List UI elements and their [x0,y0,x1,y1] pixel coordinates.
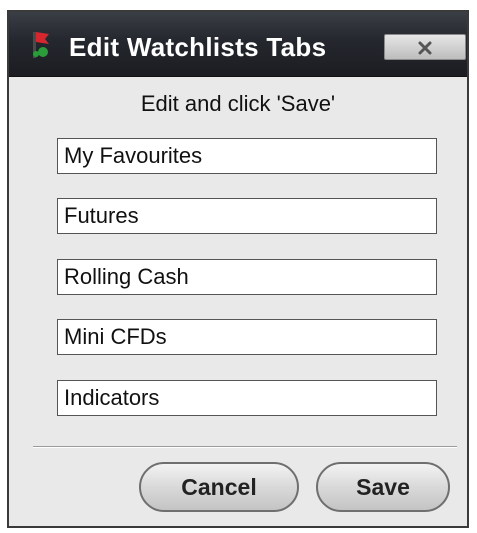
flag-icon [27,28,53,60]
close-button[interactable] [384,34,466,60]
instruction-text: Edit and click 'Save' [140,91,336,116]
tab-name-field-2[interactable] [57,198,437,234]
edit-watchlists-dialog: Edit Watchlists Tabs Edit and click 'Sav… [7,10,469,528]
close-icon [418,41,432,55]
divider [33,446,457,448]
title-bar[interactable]: Edit Watchlists Tabs [9,12,467,77]
dialog-title: Edit Watchlists Tabs [69,32,327,62]
cancel-button[interactable]: Cancel [139,462,299,512]
save-button[interactable]: Save [316,462,450,512]
tab-name-field-1[interactable] [57,138,437,174]
tab-name-field-3[interactable] [57,259,437,295]
tab-name-field-4[interactable] [57,319,437,355]
tab-name-field-5[interactable] [57,380,437,416]
